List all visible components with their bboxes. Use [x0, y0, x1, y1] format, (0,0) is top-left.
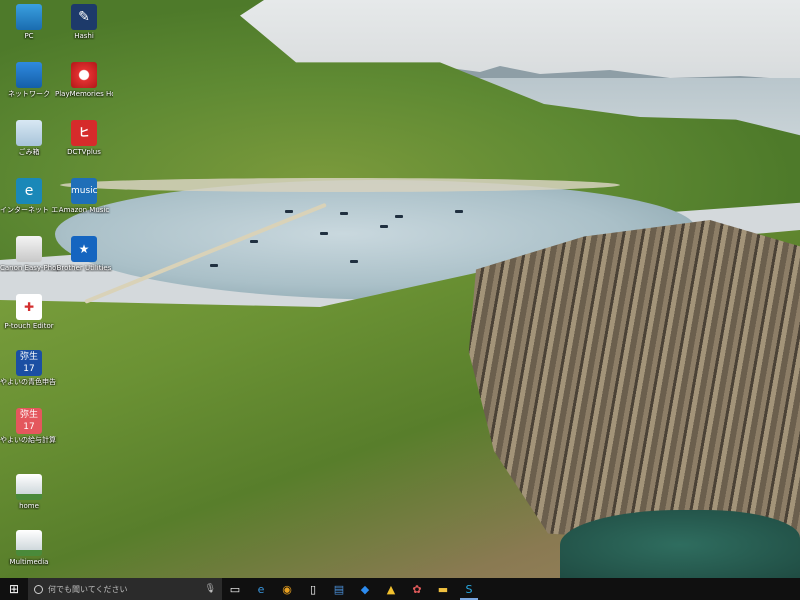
desktop-icon-internet-explorer[interactable]: e インターネット エクスプローラー — [0, 178, 58, 214]
file-button[interactable]: ▯ — [300, 578, 326, 600]
task-view-icon: ▭ — [229, 582, 241, 596]
file-icon: ▯ — [309, 582, 317, 596]
chrome-icon: ◉ — [282, 582, 292, 596]
wallpaper-boat — [340, 212, 348, 215]
desktop-icon-home[interactable]: home — [0, 474, 58, 510]
desktop-icon-dctv[interactable]: ヒ DCTVplus — [55, 120, 113, 156]
amazon-music-icon: music — [71, 178, 98, 204]
yayoi-blue-icon: 弥生 17 — [16, 350, 42, 376]
desktop-icon-label: PC — [24, 32, 34, 40]
recycle-bin-icon — [16, 120, 42, 146]
wallpaper-boat — [395, 215, 403, 218]
wallpaper-boat — [210, 264, 218, 267]
desktop-icon-yayoi-blue[interactable]: 弥生17 やよいの青色申告 17 — [0, 350, 58, 386]
desktop-icon-pc[interactable]: PC — [0, 4, 58, 40]
desktop-icon-canon[interactable]: Canon Easy-PhotoPrint — [0, 236, 58, 272]
photos-button[interactable]: ✿ — [404, 578, 430, 600]
file-explorer-button[interactable]: ▬ — [430, 578, 456, 600]
wallpaper-boat — [285, 210, 293, 213]
microphone-icon[interactable]: 🎙 — [205, 584, 216, 594]
desktop-icon-label: Hashi — [74, 32, 94, 40]
desktop-icon-label: やよいの給与計算 17 — [0, 436, 58, 444]
chrome-button[interactable]: ◉ — [274, 578, 300, 600]
windows-start-icon: ⊞ — [8, 582, 20, 596]
google-drive-button[interactable]: ▲ — [378, 578, 404, 600]
search-placeholder: 何でも聞いてください — [48, 584, 128, 594]
desktop-icon-p-touch[interactable]: ✚ P-touch Editor — [0, 294, 58, 330]
dropbox-button[interactable]: ◆ — [352, 578, 378, 600]
desktop-icon-playmemories[interactable]: PlayMemories Home — [55, 62, 113, 98]
network-icon — [16, 62, 42, 88]
skype-icon: S — [465, 582, 473, 596]
edge-button[interactable]: e — [248, 578, 274, 600]
skype-button[interactable]: S — [456, 578, 482, 600]
desktop-icon-amazon-music[interactable]: music Amazon Music — [55, 178, 113, 214]
wallpaper-boat — [380, 225, 388, 228]
photos-icon: ✿ — [412, 582, 422, 596]
desktop-icon-hashi[interactable]: ✎ Hashi — [55, 4, 113, 40]
desktop-icon-label: ごみ箱 — [18, 148, 40, 156]
google-drive-icon: ▲ — [386, 582, 396, 596]
wallpaper-boat — [250, 240, 258, 243]
p-touch-icon: ✚ — [16, 294, 42, 320]
desktop-icon-yayoi-red[interactable]: 弥生17 やよいの給与計算 17 — [0, 408, 58, 444]
document-button[interactable]: ▤ — [326, 578, 352, 600]
start-button[interactable]: ⊞ — [0, 578, 28, 600]
task-view-button[interactable]: ▭ — [222, 578, 248, 600]
desktop-icon-recycle-bin[interactable]: ごみ箱 — [0, 120, 58, 156]
home-folder-icon — [16, 474, 42, 500]
pc-icon — [16, 4, 42, 30]
desktop-icon-label: Amazon Music — [58, 206, 110, 214]
desktop-icon-label: PlayMemories Home — [55, 90, 113, 98]
desktop-icon-label: home — [19, 502, 39, 510]
desktop-icon-brother[interactable]: ★ Brother Utilities — [55, 236, 113, 272]
desktop-icon-label: やよいの青色申告 17 — [0, 378, 58, 386]
internet-explorer-icon: e — [16, 178, 42, 204]
desktop-icon-label: ネットワーク — [8, 90, 50, 98]
hashi-app-icon: ✎ — [71, 4, 97, 30]
brother-utilities-icon: ★ — [71, 236, 97, 262]
desktop-icon-multimedia[interactable]: Multimedia — [0, 530, 58, 566]
desktop-icon-network[interactable]: ネットワーク — [0, 62, 58, 98]
yayoi-red-icon: 弥生 17 — [16, 408, 42, 434]
wallpaper-boat — [320, 232, 328, 235]
desktop-icon-label: Multimedia — [9, 558, 49, 566]
canon-easy-photoprint-icon — [16, 236, 42, 262]
desktop-icon-label: P-touch Editor — [4, 322, 54, 330]
wallpaper-beach — [60, 178, 620, 192]
cortana-search-box[interactable]: 何でも聞いてください 🎙 — [28, 578, 222, 600]
wallpaper-boat — [455, 210, 463, 213]
playmemories-icon — [71, 62, 97, 88]
cortana-icon — [34, 584, 43, 594]
desktop-wallpaper — [0, 0, 800, 578]
taskbar: ⊞ 何でも聞いてください 🎙 ▭ e ◉ ▯ ▤ ◆ ▲ ✿ ▬ S — [0, 578, 800, 600]
wallpaper-cove-water — [560, 510, 800, 578]
dctv-icon: ヒ — [71, 120, 97, 146]
desktop-icon-label: Canon Easy-PhotoPrint — [0, 264, 58, 272]
desktop-icon-label: DCTVplus — [67, 148, 101, 156]
desktop-icon-label: Brother Utilities — [56, 264, 112, 272]
document-icon: ▤ — [333, 582, 345, 596]
multimedia-folder-icon — [16, 530, 42, 556]
edge-icon: e — [257, 582, 265, 596]
dropbox-icon: ◆ — [360, 582, 370, 596]
wallpaper-boat — [350, 260, 358, 263]
file-explorer-icon: ▬ — [437, 582, 449, 596]
desktop-icon-label: インターネット エクスプローラー — [0, 206, 58, 214]
